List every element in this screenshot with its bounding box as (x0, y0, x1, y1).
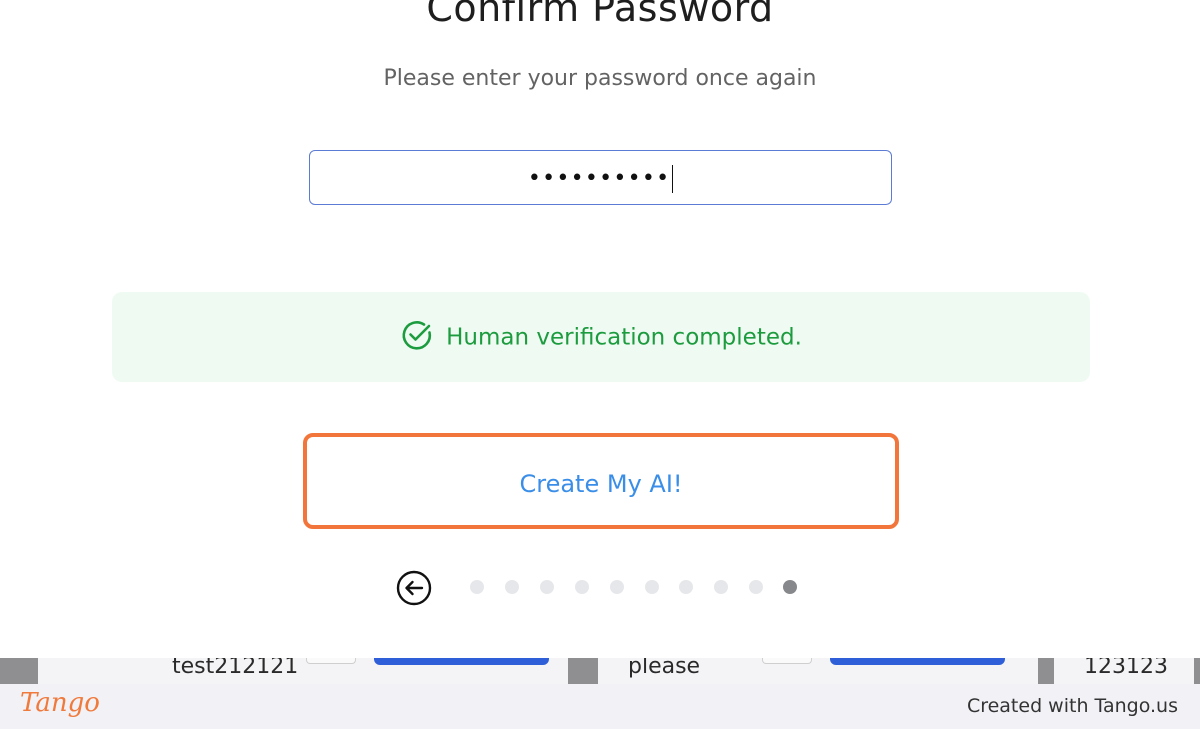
background-field (306, 658, 356, 664)
step-dot (540, 580, 554, 594)
text-caret (672, 165, 674, 193)
step-dot-active (783, 580, 797, 594)
step-dot (470, 580, 484, 594)
background-card: please (598, 658, 1038, 684)
step-dot (679, 580, 693, 594)
background-card: 123123 (1054, 658, 1194, 684)
page-title: Confirm Password (426, 0, 774, 30)
tango-footer: Tango Created with Tango.us (0, 684, 1200, 729)
created-with-credit: Created with Tango.us (966, 695, 1178, 717)
confirm-password-modal: Confirm Password Please enter your passw… (2, 0, 1198, 658)
background-card: test212121 (38, 658, 568, 684)
background-button (374, 658, 549, 665)
background-text: 123123 (1084, 658, 1168, 679)
create-button-label: Create My AI! (519, 470, 683, 498)
verification-banner: Human verification completed. (112, 292, 1090, 382)
password-masked-value: •••••••••• (527, 166, 671, 191)
step-dot (505, 580, 519, 594)
confirm-password-input[interactable]: •••••••••• (309, 150, 892, 205)
background-text: please (628, 658, 701, 679)
background-page-strip: test212121 please 123123 (0, 658, 1200, 684)
step-dot (610, 580, 624, 594)
check-circle-icon (402, 321, 432, 350)
background-button (830, 658, 1005, 665)
background-field (762, 658, 812, 664)
page-subtitle: Please enter your password once again (383, 66, 817, 91)
background-text: test212121 (172, 658, 299, 679)
arrow-left-circle-icon[interactable] (395, 569, 433, 607)
create-my-ai-button[interactable]: Create My AI! (303, 433, 899, 529)
step-dot (645, 580, 659, 594)
step-dot (749, 580, 763, 594)
step-dot (575, 580, 589, 594)
step-dot (714, 580, 728, 594)
tango-logo: Tango (20, 688, 100, 718)
verification-message: Human verification completed. (446, 324, 802, 351)
